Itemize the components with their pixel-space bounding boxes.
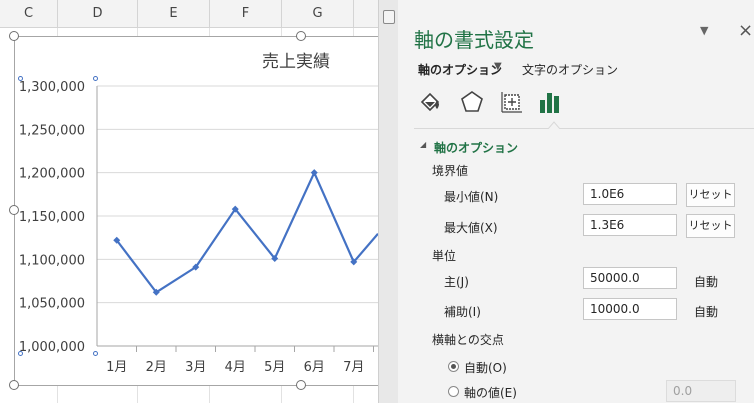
chart-resize-handle[interactable] (9, 205, 19, 215)
pane-divider[interactable] (378, 0, 398, 403)
tab-axis-options[interactable]: 軸のオプション (418, 61, 502, 78)
series-line (115, 171, 378, 294)
minor-auto-text: 自動 (694, 305, 719, 319)
tab-divider (414, 128, 754, 129)
major-unit-label: 主(J) (444, 275, 469, 289)
chart-resize-handle[interactable] (9, 380, 19, 390)
chart-resize-handle[interactable] (9, 31, 19, 41)
x-tick-label: 4月 (225, 360, 246, 375)
max-label: 最大値(X) (444, 221, 498, 235)
pane-title: 軸の書式設定 (414, 28, 534, 52)
x-tick-label: 7月 (343, 360, 364, 375)
cross-label: 横軸との交点 (432, 333, 504, 347)
size-properties-icon[interactable] (498, 88, 526, 116)
chart-resize-handle[interactable] (296, 380, 306, 390)
minor-unit-input[interactable]: 10000.0 (583, 298, 677, 320)
chart-resize-handle[interactable] (296, 31, 306, 41)
y-tick-label: 1,050,000 (19, 297, 85, 312)
x-tick-label: 5月 (264, 360, 285, 375)
chart-title[interactable]: 売上実績 (262, 47, 330, 72)
y-tick-label: 1,000,000 (19, 340, 85, 355)
axis-selection-handle[interactable] (93, 76, 98, 81)
tab-text-options[interactable]: 文字のオプション (522, 61, 618, 78)
max-bound-input[interactable]: 1.3E6 (583, 214, 677, 236)
x-tick-label: 6月 (304, 360, 325, 375)
x-tick-label: 1月 (106, 360, 127, 375)
series-group (113, 169, 378, 296)
data-point-marker (310, 169, 318, 177)
axis-value-label[interactable]: 軸の値(E) (464, 384, 517, 401)
axis-selection-handle[interactable] (18, 76, 23, 81)
active-tab-pointer (548, 121, 560, 129)
x-tick-labels: 1月 2月 3月 4月 5月 6月 7月 (106, 360, 364, 375)
y-tick-label: 1,200,000 (19, 167, 85, 182)
worksheet-area[interactable]: C D E F G 1,300,000 1,250,000 1,200,000 1,1… (0, 0, 378, 403)
min-label: 最小値(N) (444, 190, 499, 204)
chevron-down-icon[interactable]: ▼ (494, 61, 502, 72)
effects-pentagon-icon[interactable] (458, 88, 486, 116)
min-bound-input[interactable]: 1.0E6 (583, 183, 677, 205)
axis-selection-handle[interactable] (93, 351, 98, 356)
x-tick-label: 2月 (146, 360, 167, 375)
minor-unit-label: 補助(I) (444, 305, 481, 319)
max-reset-button[interactable]: リセット (686, 214, 735, 238)
y-tick-labels: 1,300,000 1,250,000 1,200,000 1,150,000 1,10… (19, 80, 85, 355)
y-tick-label: 1,100,000 (19, 253, 85, 268)
axis-value-input[interactable]: 0.0 (666, 380, 736, 402)
auto-cross-radio[interactable] (448, 361, 459, 372)
bounds-label: 境界値 (432, 164, 469, 178)
y-tick-label: 1,150,000 (19, 210, 85, 225)
y-tick-label: 1,300,000 (19, 80, 85, 95)
major-auto-text: 自動 (694, 275, 719, 289)
axis-options-bars-icon[interactable] (536, 88, 564, 116)
format-axis-pane: 軸の書式設定 ▼ × 軸のオプション ▼ 文字のオプション ◢ 軸のオプション … (398, 0, 754, 403)
y-tick-label: 1,250,000 (19, 123, 85, 138)
auto-cross-label[interactable]: 自動(O) (464, 359, 507, 376)
axis-value-radio[interactable] (448, 386, 459, 397)
close-icon[interactable]: × (738, 20, 753, 41)
section-axis-options[interactable]: 軸のオプション (434, 139, 518, 156)
pane-options-dropdown-icon[interactable]: ▼ (700, 24, 708, 37)
collapse-triangle-icon[interactable]: ◢ (420, 140, 426, 149)
splitter-handle[interactable] (383, 10, 395, 24)
x-tick-label: 3月 (185, 360, 206, 375)
gridlines (97, 85, 378, 347)
major-unit-input[interactable]: 50000.0 (583, 267, 677, 289)
fill-line-icon[interactable] (416, 88, 444, 116)
units-label: 単位 (432, 249, 457, 263)
axis-selection-handle[interactable] (18, 351, 23, 356)
min-reset-button[interactable]: リセット (686, 183, 735, 207)
